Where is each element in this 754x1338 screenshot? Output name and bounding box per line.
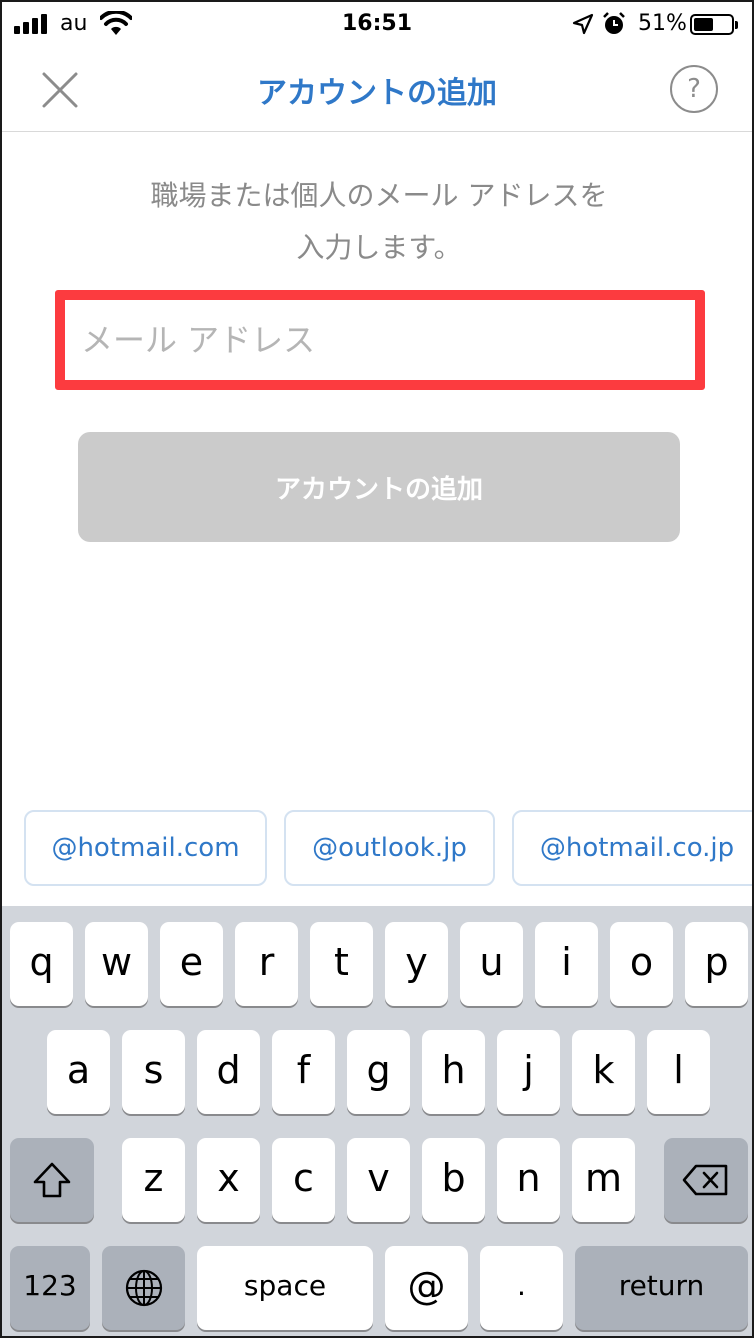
navigation-bar: アカウントの追加 ? (2, 48, 752, 132)
key-n[interactable]: n (497, 1138, 560, 1222)
key-r[interactable]: r (235, 922, 298, 1006)
dot-key[interactable]: . (480, 1246, 563, 1330)
key-s[interactable]: s (122, 1030, 185, 1114)
key-e[interactable]: e (160, 922, 223, 1006)
help-button[interactable]: ? (670, 65, 718, 113)
key-c[interactable]: c (272, 1138, 335, 1222)
instruction-text: 職場または個人のメール アドレスを 入力します。 (82, 170, 676, 274)
key-i[interactable]: i (535, 922, 598, 1006)
location-arrow-icon (572, 13, 594, 35)
globe-icon (125, 1269, 162, 1307)
key-j[interactable]: j (497, 1030, 560, 1114)
space-key[interactable]: space (197, 1246, 373, 1330)
delete-key[interactable] (664, 1138, 748, 1222)
return-key[interactable]: return (575, 1246, 748, 1330)
key-m[interactable]: m (572, 1138, 635, 1222)
instruction-line-1: 職場または個人のメール アドレスを (150, 179, 608, 212)
instruction-line-2: 入力します。 (296, 231, 462, 264)
domain-chip-hotmail-com[interactable]: @hotmail.com (24, 810, 267, 886)
key-k[interactable]: k (572, 1030, 635, 1114)
page-title: アカウントの追加 (257, 76, 497, 111)
alarm-icon (603, 12, 625, 34)
key-f[interactable]: f (272, 1030, 335, 1114)
key-y[interactable]: y (385, 922, 448, 1006)
key-u[interactable]: u (460, 922, 523, 1006)
battery-percent: 51% (638, 11, 687, 36)
add-account-button[interactable]: アカウントの追加 (78, 432, 680, 542)
globe-key[interactable] (102, 1246, 185, 1330)
key-b[interactable]: b (422, 1138, 485, 1222)
key-w[interactable]: w (85, 922, 148, 1006)
key-t[interactable]: t (310, 922, 373, 1006)
key-g[interactable]: g (347, 1030, 410, 1114)
key-l[interactable]: l (647, 1030, 710, 1114)
key-d[interactable]: d (197, 1030, 260, 1114)
key-a[interactable]: a (47, 1030, 110, 1114)
domain-suggestions: @hotmail.com @outlook.jp @hotmail.co.jp (2, 810, 752, 886)
key-q[interactable]: q (10, 922, 73, 1006)
delete-icon (682, 1164, 728, 1196)
email-field[interactable] (55, 290, 705, 390)
battery-icon (690, 14, 738, 35)
key-z[interactable]: z (122, 1138, 185, 1222)
app-screen: au 16:51 51% アカウントの追加 ? 職場または個人のメール アドレス… (0, 0, 754, 1338)
shift-key[interactable] (10, 1138, 94, 1222)
numbers-key[interactable]: 123 (10, 1246, 90, 1330)
key-o[interactable]: o (610, 922, 673, 1006)
key-v[interactable]: v (347, 1138, 410, 1222)
keyboard: q w e r t y u i o p a s d f g h j k l z … (2, 906, 752, 1336)
at-key[interactable]: @ (385, 1246, 468, 1330)
domain-chip-hotmail-co-jp[interactable]: @hotmail.co.jp (512, 810, 752, 886)
key-h[interactable]: h (422, 1030, 485, 1114)
status-bar: au 16:51 51% (2, 2, 752, 48)
domain-chip-outlook-jp[interactable]: @outlook.jp (284, 810, 495, 886)
shift-icon (33, 1162, 71, 1198)
key-x[interactable]: x (197, 1138, 260, 1222)
key-p[interactable]: p (685, 922, 748, 1006)
